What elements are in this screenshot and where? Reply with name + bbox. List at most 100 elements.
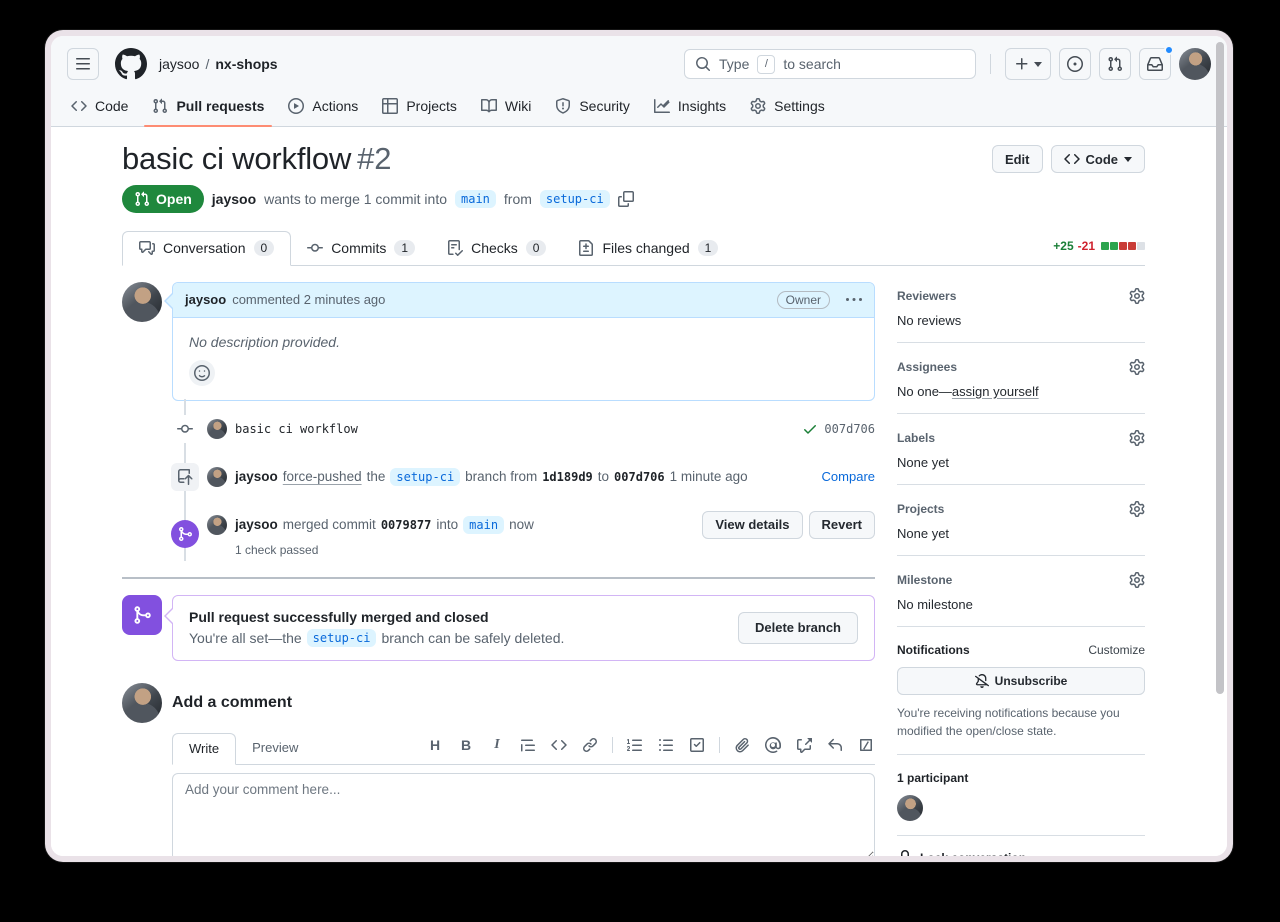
customize-link[interactable]: Customize (1088, 643, 1145, 657)
pull-requests-button[interactable] (1099, 48, 1131, 80)
comment-body: No description provided. (173, 318, 874, 400)
milestone-value: No milestone (897, 597, 1145, 612)
nav-tab-security[interactable]: Security (547, 90, 638, 126)
owner-badge: Owner (777, 291, 830, 309)
task-list-icon[interactable] (688, 736, 706, 754)
milestone-gear-icon[interactable] (1129, 572, 1145, 588)
tab-commits[interactable]: Commits 1 (291, 232, 431, 265)
reviewers-gear-icon[interactable] (1129, 288, 1145, 304)
check-icon[interactable] (802, 421, 818, 437)
reviewers-value: No reviews (897, 313, 1145, 328)
comment-textarea[interactable] (172, 773, 875, 856)
commit-author-avatar[interactable] (207, 419, 227, 439)
table-icon (382, 98, 398, 114)
cross-reference-icon[interactable] (795, 736, 813, 754)
checks-passed-note[interactable]: 1 check passed (235, 543, 875, 557)
force-push-event: jaysoo force-pushed the setup-ci branch … (122, 453, 875, 501)
view-details-button[interactable]: View details (702, 511, 802, 539)
search-input[interactable]: Type / to search (684, 49, 976, 79)
attach-file-icon[interactable] (733, 736, 751, 754)
assign-yourself-link[interactable]: assign yourself (952, 384, 1039, 399)
write-tab[interactable]: Write (172, 733, 236, 765)
inbox-button[interactable] (1139, 48, 1171, 80)
bullet-list-icon[interactable] (657, 736, 675, 754)
nav-label: Insights (678, 98, 726, 114)
mention-icon[interactable] (764, 736, 782, 754)
base-branch-chip[interactable]: main (455, 190, 496, 208)
commit-message[interactable]: basic ci workflow (235, 422, 358, 436)
create-new-button[interactable] (1005, 48, 1051, 80)
nav-tab-code[interactable]: Code (63, 90, 136, 126)
pr-layout: jaysoo commented 2 minutes ago Owner No … (122, 282, 1145, 856)
nav-tab-actions[interactable]: Actions (280, 90, 366, 126)
slash-commands-icon[interactable] (857, 736, 875, 754)
nav-tab-pull-requests[interactable]: Pull requests (144, 90, 272, 126)
scrollbar-thumb[interactable] (1216, 42, 1224, 694)
user-avatar[interactable] (1179, 48, 1211, 80)
merge-commit-sha[interactable]: 0079877 (381, 518, 432, 532)
copy-branch-button[interactable] (618, 191, 634, 207)
hamburger-menu-button[interactable] (67, 48, 99, 80)
git-merge-icon (171, 520, 199, 548)
comment-header: jaysoo commented 2 minutes ago Owner (173, 283, 874, 318)
breadcrumb-owner[interactable]: jaysoo (159, 56, 199, 72)
actor-name[interactable]: jaysoo (235, 517, 278, 532)
comment-author-avatar[interactable] (122, 282, 162, 322)
comment-text: No description provided. (189, 334, 858, 350)
tab-conversation[interactable]: Conversation 0 (122, 231, 291, 266)
actor-avatar[interactable] (207, 515, 227, 535)
compare-link[interactable]: Compare (822, 469, 875, 484)
head-branch-chip[interactable]: setup-ci (540, 190, 610, 208)
diff-block-added (1110, 242, 1118, 250)
pr-author[interactable]: jaysoo (212, 191, 256, 207)
nav-tab-settings[interactable]: Settings (742, 90, 833, 126)
breadcrumb-repo[interactable]: nx-shops (215, 56, 277, 72)
milestone-section: Milestone No milestone (897, 570, 1145, 626)
italic-icon[interactable]: I (488, 736, 506, 754)
revert-button[interactable]: Revert (809, 511, 875, 539)
participant-avatar[interactable] (897, 795, 923, 821)
commit-sha[interactable]: 007d706 (824, 422, 875, 436)
heading-icon[interactable]: H (426, 736, 444, 754)
milestone-title: Milestone (897, 573, 952, 587)
issues-button[interactable] (1059, 48, 1091, 80)
tab-files-changed[interactable]: Files changed 1 (562, 232, 734, 265)
labels-gear-icon[interactable] (1129, 430, 1145, 446)
new-commit-sha[interactable]: 007d706 (614, 470, 665, 484)
code-icon[interactable] (550, 736, 568, 754)
edit-button[interactable]: Edit (992, 145, 1043, 173)
assignees-gear-icon[interactable] (1129, 359, 1145, 375)
lock-conversation-button[interactable]: Lock conversation (897, 850, 1145, 856)
link-icon[interactable] (581, 736, 599, 754)
timeline-events: basic ci workflow 007d706 (122, 405, 875, 567)
comment-options-button[interactable] (846, 292, 862, 308)
nav-tab-wiki[interactable]: Wiki (473, 90, 539, 126)
numbered-list-icon[interactable] (626, 736, 644, 754)
add-reaction-button[interactable] (189, 360, 215, 386)
nav-tab-projects[interactable]: Projects (374, 90, 465, 126)
preview-tab[interactable]: Preview (236, 733, 314, 764)
force-push-text: jaysoo force-pushed the setup-ci branch … (235, 468, 748, 486)
unsubscribe-button[interactable]: Unsubscribe (897, 667, 1145, 695)
actor-name[interactable]: jaysoo (235, 469, 278, 484)
pr-page-content: basic ci workflow#2 Edit Code Open jayso… (51, 127, 1227, 856)
projects-gear-icon[interactable] (1129, 501, 1145, 517)
github-logo-icon[interactable] (115, 48, 147, 80)
actor-avatar[interactable] (207, 467, 227, 487)
base-branch-chip[interactable]: main (463, 516, 504, 534)
delete-branch-button[interactable]: Delete branch (738, 612, 858, 644)
tab-checks[interactable]: Checks 0 (431, 232, 562, 265)
quote-icon[interactable] (519, 736, 537, 754)
projects-section: Projects None yet (897, 499, 1145, 555)
unread-notification-dot (1164, 45, 1174, 55)
saved-replies-icon[interactable] (826, 736, 844, 754)
pr-title-actions: Edit Code (992, 141, 1145, 173)
code-dropdown-button[interactable]: Code (1051, 145, 1146, 173)
comment-author[interactable]: jaysoo (185, 292, 226, 307)
old-commit-sha[interactable]: 1d189d9 (542, 470, 593, 484)
git-pull-request-icon (1107, 56, 1123, 72)
bold-icon[interactable]: B (457, 736, 475, 754)
head-branch-chip[interactable]: setup-ci (307, 629, 377, 647)
nav-tab-insights[interactable]: Insights (646, 90, 734, 126)
head-branch-chip[interactable]: setup-ci (390, 468, 460, 486)
